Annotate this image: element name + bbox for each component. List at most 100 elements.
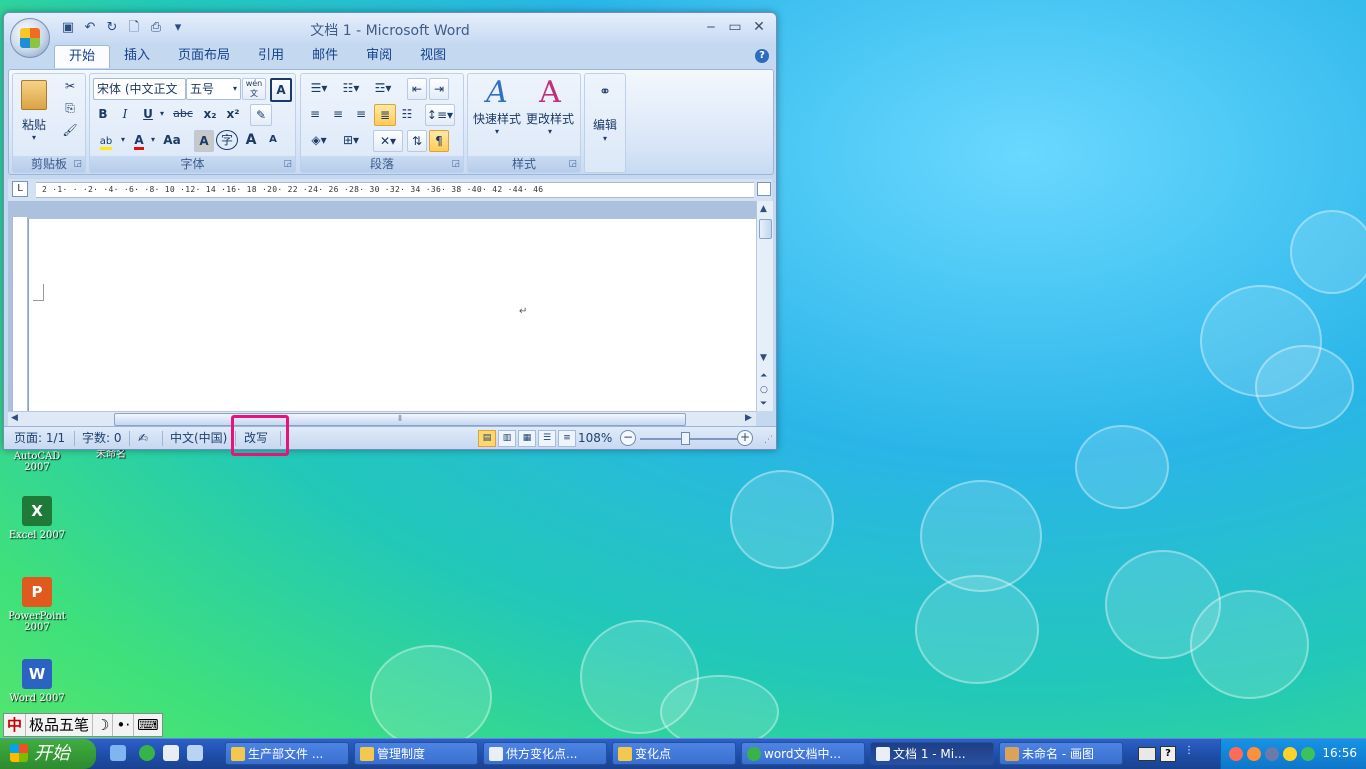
editing-group[interactable]: ⚭ 编辑 ▾ [584,73,626,173]
network-icon[interactable] [1265,747,1279,761]
highlight-dropdown-icon[interactable]: ▾ [119,130,127,150]
italic-button[interactable]: I [115,104,135,124]
zoom-slider[interactable] [640,438,740,440]
vertical-ruler[interactable] [12,217,28,413]
borders-button[interactable]: ⊞▾ [337,130,365,150]
format-painter-icon[interactable]: 🖌 [61,120,79,140]
ime-name[interactable]: 极品五笔 [26,714,94,736]
decrease-indent-button[interactable]: ⇤ [407,78,427,100]
clipboard-launcher-icon[interactable]: ◲ [73,159,82,169]
bullets-button[interactable]: ☰▾ [305,78,333,98]
minimize-button[interactable]: ‒ [702,19,720,35]
proofing-icon[interactable]: ✍ [138,431,148,446]
start-button[interactable]: 开始 [0,739,96,769]
cut-icon[interactable]: ✂ [61,76,79,96]
line-spacing-button[interactable]: ↕≡▾ [425,104,455,126]
qq-icon[interactable] [1229,747,1243,761]
print-layout-view-icon[interactable]: ▤ [478,430,496,447]
sort-button[interactable]: ⇅ [407,130,427,152]
taskbar-item-document1[interactable]: 文档 1 - Mi... [870,742,994,765]
tab-home[interactable]: 开始 [54,45,111,68]
horizontal-ruler[interactable]: 2 ·1· · ·2· ·4· ·6· ·8· 10 ·12· 14 ·16· … [36,182,754,198]
numbering-button[interactable]: ☷▾ [337,78,365,98]
ime-keyboard-icon[interactable]: ⌨ [134,714,162,736]
underline-dropdown-icon[interactable]: ▾ [158,104,166,124]
align-center-button[interactable]: ≡ [328,104,348,124]
shield-icon[interactable] [1301,747,1315,761]
vertical-scroll-thumb[interactable] [759,219,772,239]
shrink-font-button[interactable]: A [264,130,282,150]
zoom-in-button[interactable]: + [737,430,753,446]
copy-icon[interactable]: ⎘ [61,98,79,118]
zoom-slider-thumb[interactable] [681,432,690,445]
resize-grip-icon[interactable]: ⋰ [764,435,773,445]
scroll-down-icon[interactable]: ▼ [760,353,767,363]
previous-page-icon[interactable]: ⏶ [760,371,767,381]
zoom-out-button[interactable]: − [620,430,636,446]
font-color-button[interactable]: A [129,130,149,150]
media-icon[interactable] [163,745,179,761]
horizontal-scrollbar[interactable]: ◀ ⦀ ▶ [8,411,756,426]
close-button[interactable]: ✕ [750,19,768,35]
align-right-button[interactable]: ≡ [351,104,371,124]
browser-icon[interactable] [139,745,155,761]
desktop-icon-unnamed[interactable]: 未命名 [74,449,148,460]
paragraph-launcher-icon[interactable]: ◲ [451,159,460,169]
taskbar-item-word-search[interactable]: word文档中... [741,742,865,765]
styles-launcher-icon[interactable]: ◲ [568,159,577,169]
tab-selector[interactable]: L [12,181,28,197]
shading-button[interactable]: ◈▾ [305,130,333,150]
phonetic-guide-button[interactable]: wén 文 [242,78,266,100]
chinese-layout-button[interactable]: ✕▾ [373,130,403,152]
taskbar-item-management[interactable]: 管理制度 [354,742,478,765]
horizontal-scroll-thumb[interactable]: ⦀ [114,413,686,426]
quick-styles-button[interactable]: A 快速样式 ▾ [472,76,522,142]
security-icon[interactable] [1283,747,1297,761]
tab-insert[interactable]: 插入 [110,45,164,67]
font-color-dropdown-icon[interactable]: ▾ [149,130,157,150]
taskbar-item-paint[interactable]: 未命名 - 画图 [999,742,1123,765]
change-styles-button[interactable]: A 更改样式 ▾ [524,76,576,142]
desktop-icon-word[interactable]: W Word 2007 [0,659,74,704]
font-launcher-icon[interactable]: ◲ [283,159,292,169]
browse-object-icon[interactable]: ○ [760,385,768,395]
keyboard-icon[interactable] [1138,747,1156,761]
desktop-icon-powerpoint[interactable]: P PowerPoint 2007 [0,577,74,633]
scroll-up-icon[interactable]: ▲ [760,204,767,214]
ime-punctuation-icon[interactable]: •· [113,714,135,736]
zoom-level[interactable]: 108% [578,431,612,446]
clear-formatting-button[interactable]: ✎ [250,104,272,126]
font-name-select[interactable]: 宋体 (中文正文 [93,78,186,100]
underline-button[interactable]: U [138,104,158,124]
full-screen-reading-view-icon[interactable]: ▥ [498,430,516,447]
web-layout-view-icon[interactable]: ▦ [518,430,536,447]
scroll-left-icon[interactable]: ◀ [11,413,18,423]
taskbar-item-production-docs[interactable]: 生产部文件 ... [225,742,349,765]
document-page[interactable] [28,219,757,411]
font-size-select[interactable]: 五号 ▾ [186,78,241,100]
tab-page-layout[interactable]: 页面布局 [164,45,244,67]
recycle-icon[interactable] [187,745,203,761]
maximize-button[interactable]: ▭ [726,19,744,35]
tab-view[interactable]: 视图 [406,45,460,67]
taskbar-item-change-points[interactable]: 变化点 [612,742,736,765]
change-case-button[interactable]: Aa [160,130,184,150]
strikethrough-button[interactable]: abc [170,104,196,124]
superscript-button[interactable]: x² [223,104,243,124]
ime-switch-icon[interactable]: 中 [4,714,27,736]
character-border-button[interactable]: A [270,78,292,102]
tab-references[interactable]: 引用 [244,45,298,67]
multilevel-list-button[interactable]: ☲▾ [369,78,397,98]
tab-mailings[interactable]: 邮件 [298,45,352,67]
language-indicator[interactable]: 中文(中国) [170,431,227,446]
office-button[interactable] [10,18,50,58]
subscript-button[interactable]: x₂ [200,104,220,124]
tab-review[interactable]: 审阅 [352,45,406,67]
highlight-button[interactable]: ab [93,130,119,150]
distributed-button[interactable]: ☷ [397,104,417,124]
bold-button[interactable]: B [93,104,113,124]
justify-button[interactable]: ≣ [374,104,396,126]
ruler-toggle-icon[interactable] [757,182,771,196]
taskbar-item-supplier-changes[interactable]: 供方变化点... [483,742,607,765]
desktop-icon-autocad[interactable]: AutoCAD 2007 [0,451,74,473]
